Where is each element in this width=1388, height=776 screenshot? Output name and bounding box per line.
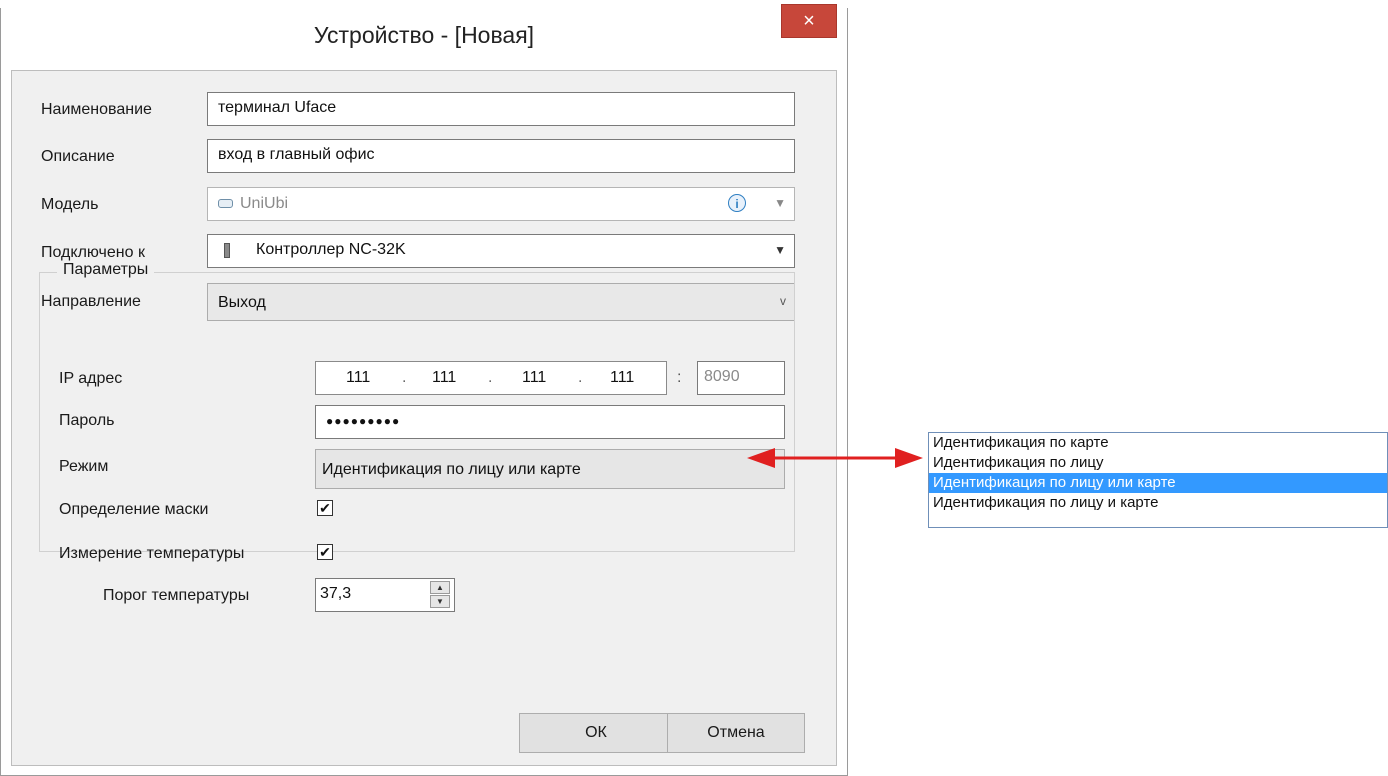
threshold-label: Порог температуры	[103, 587, 250, 604]
password-input[interactable]: ●●●●●●●●●	[315, 405, 785, 439]
mode-value: Идентификация по лицу или карте	[322, 461, 581, 478]
ip-separator: .	[488, 369, 493, 386]
ok-button[interactable]: ОК	[519, 713, 673, 753]
model-value: UniUbi	[240, 195, 289, 212]
stepper-up-icon[interactable]: ▲	[430, 581, 450, 594]
close-button[interactable]: ×	[781, 4, 837, 38]
port-separator: :	[677, 369, 682, 386]
chevron-down-icon: ▼	[774, 243, 786, 257]
port-input[interactable]: 8090	[697, 361, 785, 395]
mode-option[interactable]: Идентификация по лицу	[929, 453, 1387, 473]
description-input[interactable]: вход в главный офис	[207, 139, 795, 173]
mode-combo[interactable]: Идентификация по лицу или карте	[315, 449, 785, 489]
model-combo[interactable]: UniUbi i ▼	[207, 187, 795, 221]
double-arrow-icon	[747, 448, 923, 468]
check-icon: ✔	[319, 544, 331, 560]
mask-detection-checkbox[interactable]: ✔	[317, 500, 333, 516]
ip-address-input[interactable]: 111 . 111 . 111 . 111	[315, 361, 667, 395]
name-input[interactable]: терминал Uface	[207, 92, 795, 126]
title-bar[interactable]: Устройство - [Новая] ×	[1, 4, 847, 70]
mask-detection-label: Определение маски	[59, 501, 209, 518]
device-icon	[218, 199, 233, 208]
connected-value: Контроллер NC-32K	[256, 241, 406, 258]
ip-octet[interactable]: 111	[610, 369, 634, 387]
close-icon: ×	[803, 10, 815, 32]
model-label: Модель	[41, 196, 99, 213]
parameters-title: Параметры	[57, 261, 155, 279]
controller-door-icon	[224, 243, 230, 258]
mode-options-list[interactable]: Идентификация по карте Идентификация по …	[928, 432, 1388, 528]
temperature-label: Измерение температуры	[59, 545, 245, 562]
mode-option[interactable]: Идентификация по карте	[929, 433, 1387, 453]
password-label: Пароль	[59, 412, 115, 429]
ip-separator: .	[578, 369, 583, 386]
threshold-value: 37,3	[320, 585, 352, 602]
ip-label: IP адрес	[59, 370, 123, 387]
device-dialog: Устройство - [Новая] × Наименование терм…	[0, 4, 848, 776]
temperature-checkbox[interactable]: ✔	[317, 544, 333, 560]
ip-octet[interactable]: 111	[432, 369, 456, 387]
mode-label: Режим	[59, 458, 109, 475]
chevron-down-icon: ▼	[774, 196, 786, 210]
info-icon[interactable]: i	[728, 194, 746, 212]
check-icon: ✔	[319, 500, 331, 516]
window-title: Устройство - [Новая]	[313, 22, 535, 48]
connected-combo[interactable]: Контроллер NC-32K ▼	[207, 234, 795, 268]
ip-separator: .	[402, 369, 407, 386]
threshold-stepper[interactable]: 37,3 ▲ ▼	[315, 578, 455, 612]
ip-octet[interactable]: 111	[346, 369, 370, 387]
name-label: Наименование	[41, 101, 152, 118]
description-label: Описание	[41, 148, 115, 165]
ip-octet[interactable]: 111	[522, 369, 546, 387]
stepper-down-icon[interactable]: ▼	[430, 595, 450, 608]
cancel-button[interactable]: Отмена	[667, 713, 805, 753]
mode-option[interactable]: Идентификация по лицу и карте	[929, 493, 1387, 513]
mode-option-selected[interactable]: Идентификация по лицу или карте	[929, 473, 1387, 493]
connected-label: Подключено к	[41, 244, 145, 261]
